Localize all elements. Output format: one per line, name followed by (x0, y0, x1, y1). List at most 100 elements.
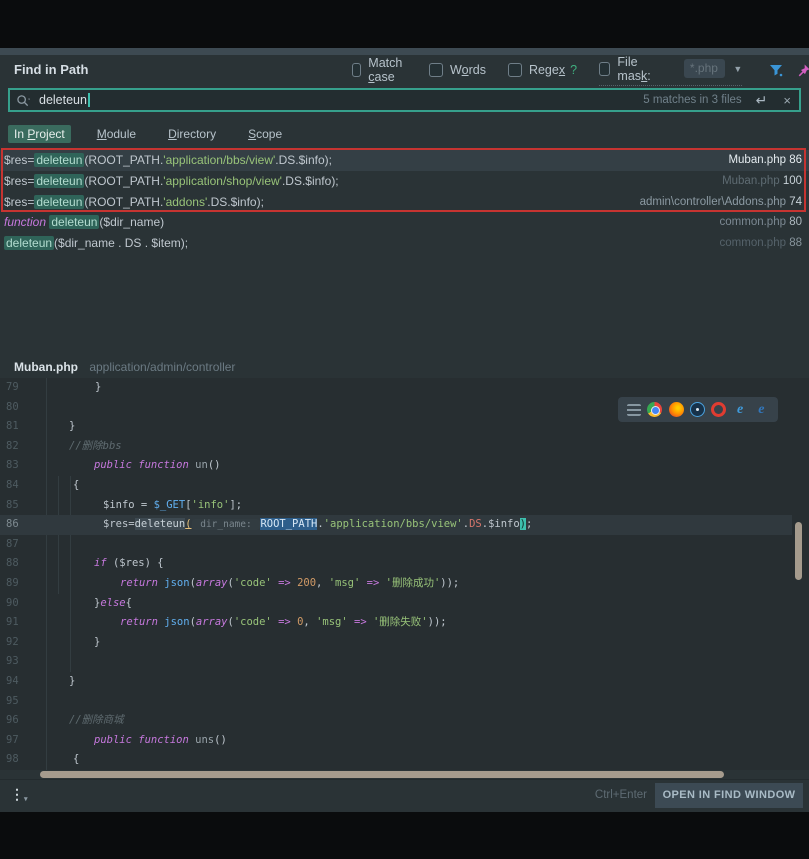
editor-line[interactable]: 83public function un() (0, 456, 809, 476)
result-file-name: common.php (720, 216, 790, 228)
tab-in-project[interactable]: In Project (8, 125, 71, 143)
result-row[interactable]: $res=deleteun(ROOT_PATH.'application/sho… (0, 171, 809, 192)
code-segment-dim: uns (195, 734, 214, 746)
code-segment-hl: deleteun (34, 153, 84, 167)
checkbox-box[interactable] (429, 63, 443, 77)
editor-line[interactable]: 88if ($res) { (0, 554, 809, 574)
chrome-icon[interactable] (647, 402, 662, 417)
pin-icon[interactable] (796, 63, 809, 78)
code-segment-hl: deleteun (49, 215, 99, 229)
editor-line[interactable]: 90}else{ (0, 594, 809, 614)
editor-line[interactable]: 97public function uns() (0, 731, 809, 751)
editor-line[interactable]: 93 (0, 652, 809, 672)
code-segment-d: } (94, 636, 100, 648)
code-segment-str: 'msg' (316, 616, 348, 628)
code-preview-editor[interactable]: 79}8081}82//删除bbs83public function un()8… (0, 378, 809, 770)
file-mask-checkbox[interactable]: File mask: (599, 55, 662, 83)
code-segment-str: 'info' (192, 499, 230, 511)
search-icon[interactable] (16, 94, 31, 107)
code-segment-op: => (354, 616, 367, 628)
editor-line[interactable]: 95 (0, 692, 809, 712)
result-line-number: 88 (789, 237, 802, 249)
lines-icon[interactable] (627, 404, 641, 416)
checkbox-label: Match case (368, 56, 407, 84)
code-segment-d: )); (440, 577, 459, 589)
code-segment-kw: function (4, 215, 49, 229)
chevron-down-icon[interactable]: ▼ (733, 64, 742, 74)
editor-line[interactable]: 85$info = $_GET['info']; (0, 496, 809, 516)
code-segment-kw: public function (94, 734, 195, 746)
ie-icon[interactable]: e (733, 402, 748, 417)
checkbox-box[interactable] (599, 62, 610, 76)
tab-scope[interactable]: Scope (242, 125, 288, 143)
line-code: } (69, 672, 75, 692)
editor-line[interactable]: 84{ (0, 476, 809, 496)
code-segment-d: .DS.$info); (275, 153, 332, 167)
result-snippet: $res=deleteun(ROOT_PATH.'addons'.DS.$inf… (4, 195, 264, 209)
editor-line[interactable]: 98{ (0, 750, 809, 770)
horizontal-scrollbar[interactable] (40, 771, 724, 778)
line-number: 79 (6, 378, 19, 398)
option-checkbox-match-case[interactable]: Match case (352, 56, 407, 84)
code-segment-d: () (214, 734, 227, 746)
enter-icon[interactable]: ↵ (756, 92, 768, 109)
safari-icon[interactable] (690, 402, 705, 417)
shortcut-hint: Ctrl+Enter (595, 789, 647, 801)
line-code: return json(array('code' => 0, 'msg' => … (120, 613, 447, 633)
code-segment-kw: else (100, 597, 125, 609)
editor-line[interactable]: 87 (0, 535, 809, 555)
close-icon[interactable]: × (783, 93, 791, 108)
editor-line[interactable]: 96//删除商城 (0, 711, 809, 731)
file-mask-select[interactable]: *.php (684, 59, 725, 78)
code-segment-op: => (278, 577, 291, 589)
editor-line[interactable]: 86$res=deleteun( dir_name: ROOT_PATH.'ap… (0, 515, 792, 535)
code-segment-hl: deleteun (34, 195, 84, 209)
line-number: 84 (6, 476, 19, 496)
tab-module[interactable]: Module (91, 125, 142, 143)
edge-icon[interactable]: e (754, 402, 769, 417)
checkbox-box[interactable] (352, 63, 361, 77)
editor-line[interactable]: 82//删除bbs (0, 437, 809, 457)
more-options-icon[interactable]: ⋮▾ (10, 786, 28, 803)
line-number: 82 (6, 437, 19, 457)
result-file-name: Muban.php (728, 154, 789, 166)
open-in-find-window-button[interactable]: OPEN IN FIND WINDOW (655, 783, 803, 808)
code-segment-d: (ROOT_PATH. (84, 195, 163, 209)
help-icon[interactable]: ? (570, 63, 577, 77)
search-input[interactable]: deleteun 5 matches in 3 files ↵ × (8, 88, 801, 112)
line-code: //删除商城 (69, 711, 124, 731)
editor-line[interactable]: 94} (0, 672, 809, 692)
line-code: if ($res) { (94, 554, 164, 574)
editor-line[interactable]: 92} (0, 633, 809, 653)
firefox-icon[interactable] (669, 402, 684, 417)
line-code: $info = $_GET['info']; (103, 496, 242, 516)
line-code: } (94, 633, 100, 653)
editor-line[interactable]: 79} (0, 378, 809, 398)
code-segment-d: (ROOT_PATH. (84, 174, 163, 188)
editor-line[interactable]: 91return json(array('code' => 0, 'msg' =… (0, 613, 809, 633)
code-segment-str: 'application/bbs/view' (324, 518, 463, 530)
preview-file-name: Muban.php (14, 360, 78, 374)
option-checkbox-regex[interactable]: Regex? (508, 63, 577, 77)
code-segment-d: ]; (229, 499, 242, 511)
line-code: return json(array('code' => 200, 'msg' =… (120, 574, 459, 594)
opera-icon[interactable] (711, 402, 726, 417)
result-row[interactable]: deleteun($dir_name . DS . $item);common.… (0, 233, 809, 254)
line-number: 93 (6, 652, 19, 672)
code-segment-d: { (126, 597, 132, 609)
editor-line[interactable]: 89 return json(array('code' => 200, 'msg'… (0, 574, 809, 594)
result-row[interactable]: $res=deleteun(ROOT_PATH.'application/bbs… (0, 150, 809, 171)
code-segment-dim: un (195, 459, 208, 471)
filter-icon[interactable] (768, 62, 784, 78)
option-checkbox-words[interactable]: Words (429, 63, 486, 77)
result-row[interactable]: $res=deleteun(ROOT_PATH.'addons'.DS.$inf… (0, 191, 809, 212)
line-number: 80 (6, 398, 19, 418)
line-number: 92 (6, 633, 19, 653)
tab-directory[interactable]: Directory (162, 125, 222, 143)
checkbox-box[interactable] (508, 63, 522, 77)
vertical-scrollbar[interactable] (795, 522, 802, 580)
code-segment-d: ; (526, 518, 532, 530)
result-row[interactable]: function deleteun($dir_name)common.php 8… (0, 212, 809, 233)
line-number: 89 (6, 574, 19, 594)
code-segment-d: .DS.$info); (207, 195, 264, 209)
